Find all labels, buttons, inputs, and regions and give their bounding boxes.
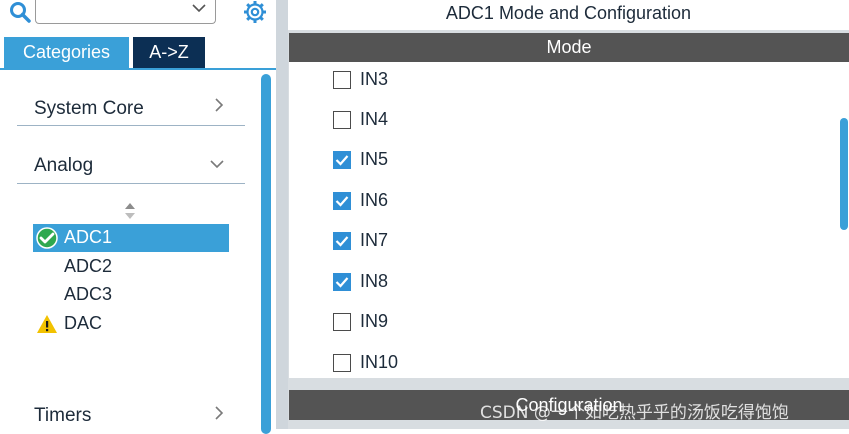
tab-categories[interactable]: Categories xyxy=(4,37,129,68)
checkbox[interactable] xyxy=(333,111,351,129)
checkmark-icon xyxy=(335,155,349,166)
channel-label: IN4 xyxy=(360,109,389,129)
category-system-core[interactable]: System Core xyxy=(17,97,245,126)
peripheral-label: ADC2 xyxy=(64,256,113,276)
checkbox-checked[interactable] xyxy=(333,232,351,250)
right-panel: ADC1 Mode and Configuration Mode IN3 IN4… xyxy=(288,0,849,429)
watermark: CSDN @一个如吃热乎乎的汤饭吃得饱饱 xyxy=(480,403,789,423)
category-label: Timers xyxy=(34,405,92,426)
checkbox-checked[interactable] xyxy=(333,192,351,210)
category-analog[interactable]: Analog xyxy=(17,155,245,184)
category-label: System Core xyxy=(34,98,144,119)
mode-section-body: IN3 IN4 IN5 IN6 IN7 IN8 IN9 IN10 xyxy=(289,62,838,378)
peripheral-adc1[interactable]: ADC1 xyxy=(33,224,229,252)
chevron-down-icon[interactable] xyxy=(210,157,224,171)
checkbox[interactable] xyxy=(333,354,351,372)
tabs-divider xyxy=(0,68,276,70)
scrollbar-thumb[interactable] xyxy=(261,74,271,434)
peripheral-label: ADC3 xyxy=(64,284,113,304)
panel-splitter[interactable] xyxy=(276,0,288,429)
peripheral-adc2[interactable]: ADC2 xyxy=(33,253,229,281)
chevron-down-icon[interactable] xyxy=(192,3,206,13)
channel-label: IN10 xyxy=(360,352,399,372)
chevron-right-icon[interactable] xyxy=(212,98,226,112)
category-label: Analog xyxy=(34,155,94,176)
search-input[interactable] xyxy=(35,0,216,24)
gear-icon[interactable] xyxy=(242,0,268,24)
checkbox-checked[interactable] xyxy=(333,273,351,291)
channel-label: IN3 xyxy=(360,69,389,89)
category-timers[interactable]: Timers xyxy=(17,403,245,431)
mode-scrollbar[interactable] xyxy=(838,62,849,378)
tab-a-to-z[interactable]: A->Z xyxy=(133,37,205,68)
channel-label: IN6 xyxy=(360,190,389,210)
channel-label: IN7 xyxy=(360,230,389,250)
left-panel: Categories A->Z System Core Analog ADC1 … xyxy=(0,0,276,434)
checkmark-icon xyxy=(335,196,349,207)
peripheral-adc3[interactable]: ADC3 xyxy=(33,281,229,309)
check-circle-icon xyxy=(36,227,58,249)
scrollbar-thumb[interactable] xyxy=(840,118,848,230)
channel-label: IN5 xyxy=(360,149,389,169)
search-icon[interactable] xyxy=(9,1,31,23)
checkmark-icon xyxy=(335,236,349,247)
checkbox-checked[interactable] xyxy=(333,151,351,169)
category-tree: System Core Analog ADC1 ADC2 ADC3 DAC Ti… xyxy=(0,72,260,429)
peripheral-label: DAC xyxy=(64,313,103,333)
warning-icon xyxy=(37,315,57,333)
tree-scrollbar[interactable] xyxy=(260,72,272,434)
checkmark-icon xyxy=(335,277,349,288)
page-title: ADC1 Mode and Configuration xyxy=(288,0,849,30)
peripheral-label: ADC1 xyxy=(64,227,113,247)
channel-label: IN9 xyxy=(360,311,389,331)
checkbox[interactable] xyxy=(333,313,351,331)
checkbox[interactable] xyxy=(333,71,351,89)
peripheral-dac[interactable]: DAC xyxy=(33,310,229,338)
channel-label: IN8 xyxy=(360,271,389,291)
chevron-right-icon[interactable] xyxy=(212,406,226,420)
mode-section-header[interactable]: Mode xyxy=(289,33,849,62)
sort-icon[interactable] xyxy=(123,202,137,220)
